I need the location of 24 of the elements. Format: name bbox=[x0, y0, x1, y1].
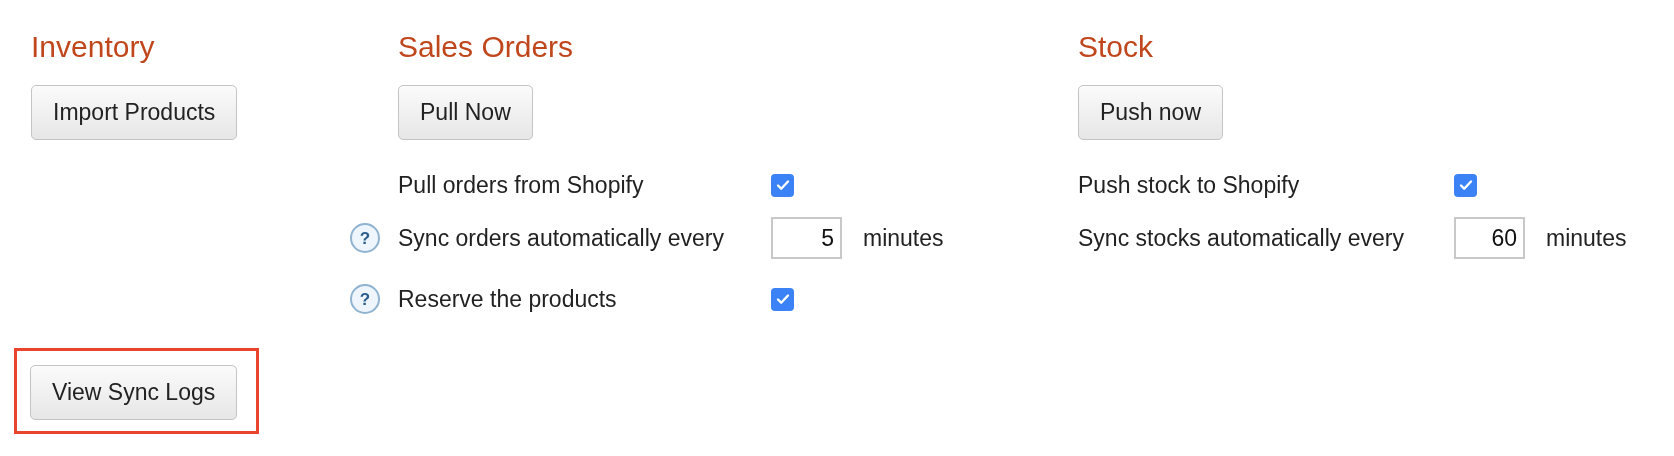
action-button[interactable]: Import Products bbox=[31, 85, 238, 140]
section-heading: Sales Orders bbox=[398, 30, 575, 64]
option-label: Sync orders automatically every bbox=[398, 223, 725, 253]
option-label: Sync stocks automatically every bbox=[1078, 223, 1405, 253]
minutes-input[interactable]: 60 bbox=[1454, 217, 1525, 259]
option-label: Reserve the products bbox=[398, 284, 618, 314]
help-icon[interactable]: ? bbox=[350, 223, 380, 253]
section-heading: Inventory bbox=[31, 30, 156, 64]
checkmark-icon bbox=[1457, 177, 1474, 193]
help-icon[interactable]: ? bbox=[350, 284, 380, 314]
minutes-input[interactable]: 5 bbox=[771, 217, 842, 259]
action-button[interactable]: Push now bbox=[1078, 85, 1223, 140]
checkbox[interactable] bbox=[1454, 173, 1477, 197]
action-button[interactable]: Pull Now bbox=[398, 85, 533, 140]
unit-label: minutes bbox=[1546, 223, 1627, 253]
option-label: Push stock to Shopify bbox=[1078, 170, 1301, 200]
checkbox[interactable] bbox=[771, 287, 794, 311]
checkmark-icon bbox=[774, 177, 791, 193]
option-label: Pull orders from Shopify bbox=[398, 170, 645, 200]
checkbox[interactable] bbox=[771, 173, 794, 197]
section-heading: Stock bbox=[1078, 30, 1155, 64]
action-button[interactable]: View Sync Logs bbox=[30, 365, 238, 420]
unit-label: minutes bbox=[863, 223, 944, 253]
checkmark-icon bbox=[774, 291, 791, 307]
